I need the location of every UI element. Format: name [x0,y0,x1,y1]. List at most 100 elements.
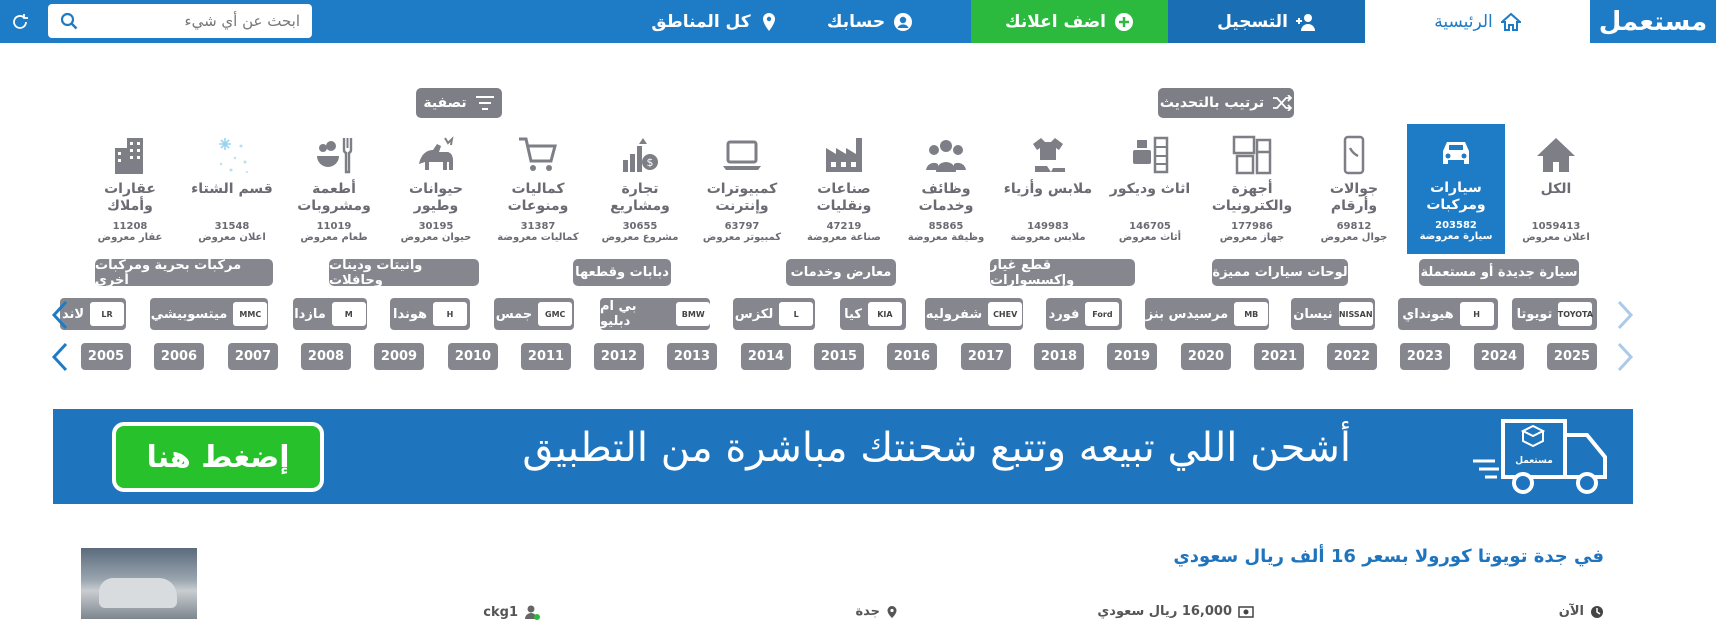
year-button[interactable]: 2006 [154,343,204,370]
category-name: ملابس وأزياء [1003,181,1093,197]
category-accessories[interactable]: كماليات ومنوعات 31387 كماليات معروضة [489,125,587,255]
search-icon[interactable] [60,12,78,30]
year-button[interactable]: 2009 [374,343,424,370]
site-logo[interactable]: مستعمل [1590,0,1716,43]
brand-label: شفروليه [925,306,983,322]
category-realestate[interactable]: عقارات وأملاك 11208 عقار معروض [81,125,179,255]
brand-label: جمس [495,306,533,322]
banner-cta-button[interactable]: إضغط هنا [112,422,324,492]
year-button[interactable]: 2007 [228,343,278,370]
shipping-banner[interactable]: إضغط هنا أشحن اللي تبيعه وتتبع شحنتك مبا… [53,409,1633,504]
category-business[interactable]: $ تجارة ومشاريع 30655 مشروع معروض [591,125,689,255]
kia-logo-icon: KIA [867,302,902,326]
year-button[interactable]: 2015 [814,343,864,370]
brand-mazda[interactable]: مازدا M [293,298,367,330]
filter-icon [475,96,494,110]
subcategory-plates[interactable]: لوحات سيارات مميزة [1212,259,1348,286]
year-button[interactable]: 2011 [521,343,571,370]
animals-icon [419,136,454,170]
brand-label: نيسان [1293,306,1333,322]
year-button[interactable]: 2019 [1107,343,1157,370]
category-clothes[interactable]: ملابس وأزياء 149983 ملابس معروضة [999,125,1097,255]
shuffle-icon [1273,95,1293,111]
subcategory-motorcycles[interactable]: دبابات وقطعها [573,259,671,286]
category-count: 149983 [1027,221,1069,232]
chevron-right-icon[interactable] [1613,340,1635,374]
banner-cta-label: إضغط هنا [146,439,290,475]
brand-lexus[interactable]: لكزس L [733,298,815,330]
year-button[interactable]: 2018 [1034,343,1084,370]
year-button[interactable]: 2025 [1547,343,1597,370]
brand-mercedes[interactable]: مرسيدس بنز MB [1145,298,1269,330]
category-cars[interactable]: سيارات ومركبات 203582 سيارة معروضة [1407,124,1505,254]
category-count: 31387 [520,221,556,232]
listing-user[interactable]: ckg1 [483,604,540,620]
category-jobs[interactable]: وظائف وخدمات 85865 وظيفة معروضة [897,125,995,255]
brand-kia[interactable]: كيا KIA [840,298,906,330]
year-button[interactable]: 2010 [448,343,498,370]
location-pin-icon [887,605,897,618]
year-button[interactable]: 2005 [81,343,131,370]
listing-title[interactable]: في جدة تويوتا كورولا بسعر 16 ألف ريال سع… [1173,546,1604,567]
register-button[interactable]: التسجيل [1168,0,1365,43]
listing-thumbnail[interactable] [81,548,197,619]
add-ad-button[interactable]: اضف اعلانك [971,0,1168,43]
brand-ford[interactable]: فورد Ford [1046,298,1122,330]
category-all[interactable]: الكل 1059413 اعلان معروض [1507,125,1605,255]
year-button[interactable]: 2014 [741,343,791,370]
category-animals[interactable]: حيوانات وطيور 30195 حيوان معروض [387,125,485,255]
category-industry[interactable]: صناعات ونقليات 47219 صناعة معروضة [795,125,893,255]
chevron-right-icon[interactable] [1613,298,1635,332]
subcategory-new-used[interactable]: سيارة جديدة أو مستعملة [1419,259,1579,286]
chevron-left-icon[interactable] [50,340,72,374]
brand-nissan[interactable]: نيسان NISSAN [1291,298,1375,330]
category-furniture[interactable]: اثاث وديكور 146705 أثاث معروض [1101,125,1199,255]
home-icon [1537,138,1575,172]
brand-toyota[interactable]: تويوتا TOYOTA [1512,298,1597,330]
year-button[interactable]: 2023 [1400,343,1450,370]
category-food[interactable]: أطعمة ومشروبات 11019 طعام معروض [285,125,383,255]
regions-button[interactable]: كل المناطق [640,0,790,43]
year-button[interactable]: 2013 [667,343,717,370]
truck-icon: مستعمل [1473,419,1607,494]
category-name: قسم الشتاء [191,181,273,197]
sort-label: ترتيب بالتحديث [1159,95,1265,111]
refresh-icon[interactable] [10,12,30,32]
subcategory-parts[interactable]: قطع غيار وإكسسوارات [990,258,1135,288]
brand-bmw[interactable]: بي ام دبليو BMW [600,298,710,330]
brand-mitsubishi[interactable]: ميتسوبيشي MMC [150,298,268,330]
category-computers[interactable]: كمبيوترات وإنترنت 63797 كمبيوتر معروض [693,125,791,255]
year-button[interactable]: 2012 [594,343,644,370]
category-unit: مشروع معروض [601,232,679,243]
brand-honda[interactable]: هوندا H [390,298,470,330]
year-button[interactable]: 2017 [961,343,1011,370]
home-tab[interactable]: الرئيسية [1365,0,1590,43]
year-button[interactable]: 2022 [1327,343,1377,370]
brand-hyundai[interactable]: هيونداي H [1398,298,1498,330]
brand-chevrolet[interactable]: شفروليه CHEV [925,298,1023,330]
brand-gmc[interactable]: جمس GMC [494,298,574,330]
regions-label: كل المناطق [651,11,751,32]
sort-button[interactable]: ترتيب بالتحديث [1158,88,1294,118]
category-unit: اعلان معروض [198,232,266,243]
brand-label: فورد [1048,306,1080,322]
subcategory-label: سيارة جديدة أو مستعملة [1420,265,1578,280]
search-box[interactable]: ابحث عن أي شيء [48,4,312,38]
category-electronics[interactable]: أجهزة والكترونيات 177986 جهاز معروض [1203,125,1301,255]
year-button[interactable]: 2016 [887,343,937,370]
category-winter[interactable]: قسم الشتاء 31548 اعلان معروض [183,125,281,255]
year-button[interactable]: 2008 [301,343,351,370]
account-button[interactable]: حسابك [815,0,925,43]
search-input[interactable]: ابحث عن أي شيء [185,12,300,30]
brand-label: هوندا [392,306,427,322]
year-button[interactable]: 2020 [1181,343,1231,370]
subcategory-trucks[interactable]: وانيتات ودينات وحافلات [329,258,479,288]
chevron-left-icon[interactable] [50,298,72,332]
filter-button[interactable]: تصفية [416,88,502,118]
hyundai-logo-icon: H [1459,302,1494,326]
subcategory-marine[interactable]: مركبات بحرية ومركبات أخرى [95,258,273,288]
year-button[interactable]: 2021 [1254,343,1304,370]
subcategory-showrooms[interactable]: معارض وخدمات [786,259,896,286]
category-phones[interactable]: جوالات وأرقام 69812 جوال معروض [1305,125,1403,255]
year-button[interactable]: 2024 [1474,343,1524,370]
